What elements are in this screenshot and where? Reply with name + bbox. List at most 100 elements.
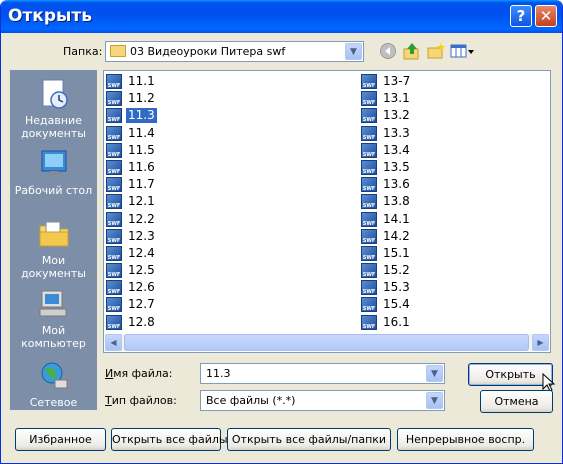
swf-file-icon: SWF (106, 211, 122, 227)
file-name: 11.7 (128, 177, 155, 192)
swf-file-icon: SWF (361, 142, 377, 158)
swf-file-icon: SWF (106, 194, 122, 210)
file-name: 11.3 (126, 108, 157, 124)
file-name: 12.7 (128, 297, 155, 312)
swf-file-icon: SWF (361, 228, 377, 244)
swf-file-icon: SWF (106, 159, 122, 175)
views-menu-icon[interactable] (450, 42, 476, 60)
list-item[interactable]: SWF 13.2 (361, 107, 541, 124)
look-in-combo[interactable]: 03 Видеоуроки Питера swf ▼ (105, 41, 364, 62)
file-type-label: Тип файлов: (105, 394, 177, 407)
list-item[interactable]: SWF 14.1 (361, 211, 541, 228)
list-item[interactable]: SWF 12.3 (106, 228, 356, 245)
file-name: 12.8 (128, 314, 155, 329)
swf-file-icon: SWF (106, 142, 122, 158)
file-name: 12.2 (128, 211, 155, 226)
list-item[interactable]: SWF 11.4 (106, 125, 356, 142)
my-documents-icon (39, 221, 68, 247)
list-item[interactable]: SWF 13.4 (361, 142, 541, 159)
help-button[interactable]: ? (510, 5, 532, 27)
file-name: 13.6 (383, 177, 410, 192)
folder-icon (110, 45, 126, 57)
list-item[interactable]: SWF 13.8 (361, 193, 541, 210)
list-item[interactable]: SWF 11.3 (106, 107, 356, 124)
list-item[interactable]: SWF 13.5 (361, 159, 541, 176)
file-name: 12.6 (128, 280, 155, 295)
file-name: 14.2 (383, 228, 410, 243)
swf-file-icon: SWF (106, 228, 122, 244)
swf-file-icon: SWF (361, 314, 377, 330)
list-item[interactable]: SWF 13.3 (361, 125, 541, 142)
swf-file-icon: SWF (106, 297, 122, 313)
swf-file-icon: SWF (361, 177, 377, 193)
file-name: 12.4 (128, 245, 155, 260)
list-item[interactable]: SWF 11.2 (106, 90, 356, 107)
file-list[interactable]: SWF 11.1 SWF 11.2 SWF 11.3 SWF 11.4 SWF 11.5 SWF 11… (103, 70, 551, 353)
favorites-button[interactable]: Избранное (15, 428, 106, 451)
list-item[interactable]: SWF 15.4 (361, 296, 541, 313)
list-item[interactable]: SWF 12.6 (106, 279, 356, 296)
list-item[interactable]: SWF 12.2 (106, 211, 356, 228)
list-item[interactable]: SWF 11.5 (106, 142, 356, 159)
place-desktop[interactable]: Рабочий стол (10, 148, 97, 197)
back-icon[interactable] (379, 42, 397, 60)
list-item[interactable]: SWF 15.3 (361, 279, 541, 296)
list-item[interactable]: SWF 13.1 (361, 90, 541, 107)
list-item[interactable]: SWF 13-7 (361, 73, 541, 90)
chevron-down-icon[interactable]: ▼ (426, 392, 443, 409)
recent-documents-icon (42, 79, 68, 109)
file-name: 16.1 (383, 314, 410, 329)
list-item[interactable]: SWF 12.1 (106, 193, 356, 210)
list-item[interactable]: SWF 11.1 (106, 73, 356, 90)
chevron-down-icon[interactable]: ▼ (426, 365, 443, 382)
scroll-left-icon[interactable]: ◀ (105, 334, 122, 351)
chevron-down-icon[interactable]: ▼ (345, 43, 362, 60)
file-type-combo[interactable]: Все файлы (*.*) ▼ (200, 390, 445, 411)
scroll-right-icon[interactable]: ▶ (532, 334, 549, 351)
list-item[interactable]: SWF 11.7 (106, 176, 356, 193)
open-all-files-button[interactable]: Открыть все файлы (111, 428, 228, 451)
cancel-button[interactable]: Отмена (480, 390, 553, 413)
list-item[interactable]: SWF 12.4 (106, 245, 356, 262)
file-name: 11.6 (128, 159, 155, 174)
list-item[interactable]: SWF 15.2 (361, 262, 541, 279)
list-item[interactable]: SWF 12.8 (106, 314, 356, 331)
file-name-field[interactable]: 11.3 ▼ (200, 363, 445, 384)
file-name: 13.1 (383, 91, 410, 106)
list-item[interactable]: SWF 13.6 (361, 176, 541, 193)
close-button[interactable]: ✕ (535, 5, 557, 27)
file-name: 13.2 (383, 108, 410, 123)
place-recent-documents[interactable]: Недавние документы (10, 78, 97, 140)
swf-file-icon: SWF (106, 125, 122, 141)
scrollbar-thumb[interactable] (124, 334, 529, 351)
list-item[interactable]: SWF 12.7 (106, 296, 356, 313)
file-name: 13.3 (383, 125, 410, 140)
swf-file-icon: SWF (361, 159, 377, 175)
up-folder-icon[interactable] (403, 42, 421, 60)
file-name: 15.4 (383, 297, 410, 312)
swf-file-icon: SWF (106, 280, 122, 296)
open-button[interactable]: Открыть (468, 363, 553, 386)
swf-file-icon: SWF (106, 177, 122, 193)
swf-file-icon: SWF (106, 108, 122, 124)
title-bar: Открыть ? ✕ (1, 0, 562, 33)
list-item[interactable]: SWF 15.1 (361, 245, 541, 262)
swf-file-icon: SWF (361, 263, 377, 279)
file-name: 11.4 (128, 125, 155, 140)
list-item[interactable]: SWF 11.6 (106, 159, 356, 176)
file-name: 11.5 (128, 142, 155, 157)
place-my-documents[interactable]: Мои документы (10, 218, 97, 280)
continuous-play-button[interactable]: Непрерывное воспр. (397, 428, 534, 451)
horizontal-scrollbar[interactable]: ◀ ▶ (105, 334, 549, 351)
place-my-computer[interactable]: Мой компьютер (10, 288, 97, 350)
list-item[interactable]: SWF 14.2 (361, 228, 541, 245)
list-item[interactable]: SWF 16.1 (361, 314, 541, 331)
list-item[interactable]: SWF 12.5 (106, 262, 356, 279)
network-icon (41, 362, 67, 389)
open-all-files-folders-button[interactable]: Открыть все файлы/папки (227, 428, 391, 451)
file-name: 15.3 (383, 280, 410, 295)
place-label: Сетевое (29, 396, 78, 409)
place-network[interactable]: Сетевое (10, 360, 97, 409)
file-name: 11.1 (128, 74, 155, 88)
new-folder-icon[interactable] (427, 42, 445, 60)
